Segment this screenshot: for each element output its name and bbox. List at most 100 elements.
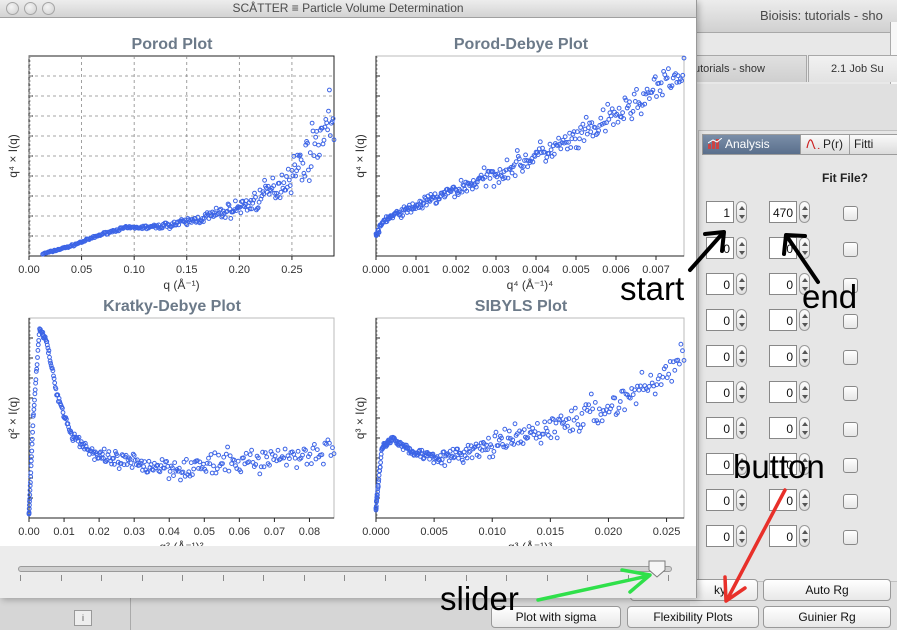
- end-spinner-value[interactable]: 0: [769, 381, 797, 403]
- down-arrow-icon[interactable]: [739, 251, 745, 255]
- fit-file-checkbox[interactable]: [843, 530, 858, 545]
- end-spinner[interactable]: 0: [769, 417, 811, 441]
- fit-file-checkbox[interactable]: [843, 386, 858, 401]
- down-arrow-icon[interactable]: [802, 215, 808, 219]
- end-spinner[interactable]: 470: [769, 201, 811, 225]
- down-arrow-icon[interactable]: [739, 215, 745, 219]
- start-spinner[interactable]: 0: [706, 345, 748, 369]
- start-spinner[interactable]: 0: [706, 381, 748, 405]
- down-arrow-icon[interactable]: [739, 539, 745, 543]
- end-spinner-value[interactable]: 0: [769, 489, 797, 511]
- up-arrow-icon[interactable]: [739, 350, 745, 354]
- flexibility-plots-button[interactable]: Flexibility Plots: [627, 606, 759, 628]
- stepper-arrows[interactable]: [799, 525, 810, 547]
- fit-file-checkbox[interactable]: [843, 458, 858, 473]
- down-arrow-icon[interactable]: [802, 395, 808, 399]
- stepper-arrows[interactable]: [799, 237, 810, 259]
- stepper-arrows[interactable]: [736, 489, 747, 511]
- stepper-arrows[interactable]: [736, 273, 747, 295]
- stepper-arrows[interactable]: [736, 381, 747, 403]
- fit-file-checkbox[interactable]: [843, 350, 858, 365]
- start-spinner-value[interactable]: 0: [706, 489, 734, 511]
- up-arrow-icon[interactable]: [802, 494, 808, 498]
- end-spinner-value[interactable]: 470: [769, 201, 797, 223]
- end-spinner-value[interactable]: 0: [769, 309, 797, 331]
- end-spinner[interactable]: 0: [769, 237, 811, 261]
- down-arrow-icon[interactable]: [739, 323, 745, 327]
- stepper-arrows[interactable]: [799, 417, 810, 439]
- slider-track[interactable]: [18, 566, 672, 572]
- up-arrow-icon[interactable]: [739, 422, 745, 426]
- down-arrow-icon[interactable]: [802, 323, 808, 327]
- fit-file-checkbox[interactable]: [843, 422, 858, 437]
- start-spinner-value[interactable]: 0: [706, 417, 734, 439]
- up-arrow-icon[interactable]: [802, 350, 808, 354]
- start-spinner-value[interactable]: 0: [706, 525, 734, 547]
- down-arrow-icon[interactable]: [802, 539, 808, 543]
- start-spinner-value[interactable]: 0: [706, 273, 734, 295]
- down-arrow-icon[interactable]: [739, 395, 745, 399]
- down-arrow-icon[interactable]: [739, 431, 745, 435]
- up-arrow-icon[interactable]: [802, 206, 808, 210]
- stepper-arrows[interactable]: [736, 309, 747, 331]
- start-spinner-value[interactable]: 0: [706, 237, 734, 259]
- end-spinner[interactable]: 0: [769, 345, 811, 369]
- stepper-arrows[interactable]: [799, 489, 810, 511]
- stepper-arrows[interactable]: [736, 345, 747, 367]
- up-arrow-icon[interactable]: [739, 530, 745, 534]
- stepper-arrows[interactable]: [736, 237, 747, 259]
- guinier-rg-button[interactable]: Guinier Rg: [763, 606, 891, 628]
- fit-file-checkbox[interactable]: [843, 206, 858, 221]
- stepper-arrows[interactable]: [799, 345, 810, 367]
- down-arrow-icon[interactable]: [802, 431, 808, 435]
- stepper-arrows[interactable]: [799, 381, 810, 403]
- up-arrow-icon[interactable]: [802, 242, 808, 246]
- up-arrow-icon[interactable]: [802, 386, 808, 390]
- info-icon[interactable]: i: [74, 610, 92, 626]
- end-spinner[interactable]: 0: [769, 381, 811, 405]
- start-spinner[interactable]: 1: [706, 201, 748, 225]
- down-arrow-icon[interactable]: [802, 251, 808, 255]
- start-spinner[interactable]: 0: [706, 525, 748, 549]
- tab-fitting[interactable]: Fitti: [849, 134, 897, 155]
- end-spinner-value[interactable]: 0: [769, 345, 797, 367]
- start-spinner[interactable]: 0: [706, 237, 748, 261]
- start-spinner-value[interactable]: 0: [706, 381, 734, 403]
- up-arrow-icon[interactable]: [739, 242, 745, 246]
- start-spinner[interactable]: 0: [706, 309, 748, 333]
- slider-thumb[interactable]: [647, 559, 667, 579]
- end-spinner-value[interactable]: 0: [769, 525, 797, 547]
- down-arrow-icon[interactable]: [739, 503, 745, 507]
- stepper-arrows[interactable]: [736, 525, 747, 547]
- end-spinner[interactable]: 0: [769, 489, 811, 513]
- up-arrow-icon[interactable]: [802, 422, 808, 426]
- down-arrow-icon[interactable]: [802, 503, 808, 507]
- end-spinner-value[interactable]: 0: [769, 237, 797, 259]
- doc-tab-tutorials[interactable]: utorials - show: [690, 55, 807, 82]
- up-arrow-icon[interactable]: [739, 386, 745, 390]
- up-arrow-icon[interactable]: [739, 278, 745, 282]
- up-arrow-icon[interactable]: [739, 206, 745, 210]
- stepper-arrows[interactable]: [736, 417, 747, 439]
- down-arrow-icon[interactable]: [739, 359, 745, 363]
- fit-file-checkbox[interactable]: [843, 314, 858, 329]
- start-spinner-value[interactable]: 0: [706, 345, 734, 367]
- down-arrow-icon[interactable]: [802, 359, 808, 363]
- end-spinner-value[interactable]: 0: [769, 417, 797, 439]
- start-spinner[interactable]: 0: [706, 417, 748, 441]
- start-spinner-value[interactable]: 0: [706, 453, 734, 475]
- scatter-titlebar[interactable]: SCÅTTER ≡ Particle Volume Determination: [0, 0, 696, 18]
- up-arrow-icon[interactable]: [739, 494, 745, 498]
- start-spinner-value[interactable]: 0: [706, 309, 734, 331]
- up-arrow-icon[interactable]: [739, 314, 745, 318]
- start-spinner[interactable]: 0: [706, 489, 748, 513]
- start-spinner[interactable]: 0: [706, 273, 748, 297]
- fit-file-checkbox[interactable]: [843, 242, 858, 257]
- up-arrow-icon[interactable]: [802, 530, 808, 534]
- down-arrow-icon[interactable]: [739, 287, 745, 291]
- tab-pr[interactable]: P(r): [800, 134, 850, 155]
- tab-analysis[interactable]: Analysis: [702, 134, 801, 155]
- end-spinner-value[interactable]: 0: [769, 273, 797, 295]
- end-spinner[interactable]: 0: [769, 525, 811, 549]
- stepper-arrows[interactable]: [736, 201, 747, 223]
